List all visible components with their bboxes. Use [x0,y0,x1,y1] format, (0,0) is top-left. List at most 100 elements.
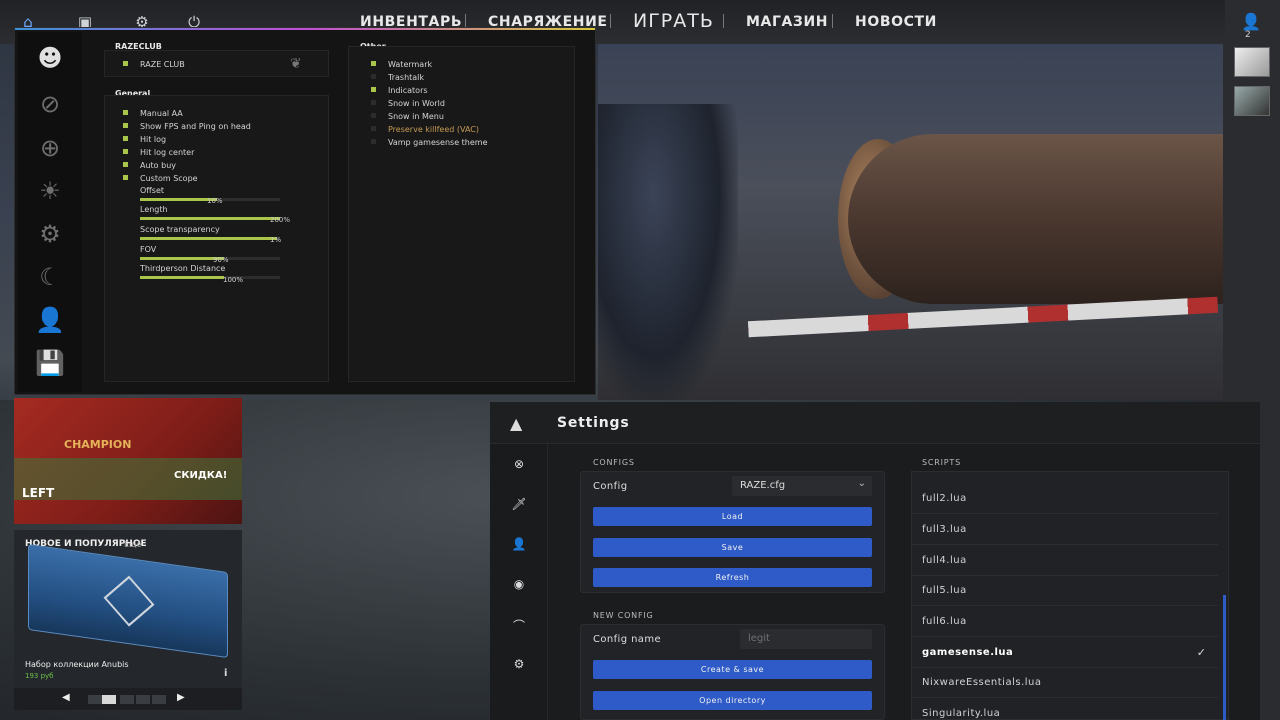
knife-tab-icon[interactable]: 🗡 [510,497,528,515]
visuals-tab-icon[interactable]: ☀ [34,175,66,207]
script-name: NixwareEssentials.lua [922,677,1042,688]
script-name: full2.lua [922,493,967,504]
nav-separator [723,14,724,28]
main-menu-scene [598,44,1223,400]
pager-dot-active[interactable] [102,695,116,704]
script-row[interactable]: full4.lua [912,546,1218,576]
wings-icon: ❦ [290,56,302,72]
checkbox-manual-aa[interactable]: Manual AA [123,109,183,118]
friend-avatar[interactable] [1234,86,1270,116]
slider-length[interactable] [140,217,280,220]
checkbox-trashtalk[interactable]: Trashtalk [371,73,424,82]
checkbox-raze-club[interactable]: RAZE CLUB [123,60,185,69]
checkbox-show-fps[interactable]: Show FPS and Ping on head [123,122,251,131]
script-row[interactable]: full2.lua [912,484,1218,514]
pager-dot[interactable] [120,695,134,704]
friends-icon[interactable]: 👤 [1240,12,1262,34]
checkbox-snow-in-world[interactable]: Snow in World [371,99,445,108]
save-button[interactable]: Save [593,538,872,557]
config-select[interactable]: RAZE.cfg ⌄ [732,476,872,496]
script-name: full3.lua [922,524,967,535]
prev-arrow-icon[interactable]: ◀ [62,692,70,703]
pager-dot[interactable] [136,695,150,704]
check-icon: ✓ [1196,646,1206,659]
antiaim-tab-icon[interactable]: ⊘ [34,88,66,120]
refresh-button[interactable]: Refresh [593,568,872,587]
script-name: gamesense.lua [922,647,1014,658]
store-more-link[interactable]: Ещё [124,540,142,549]
checkbox-vamp-theme[interactable]: Vamp gamesense theme [371,138,488,147]
script-row[interactable]: full3.lua [912,515,1218,545]
players-tab-icon[interactable]: 👤 [34,304,66,336]
checkbox-snow-in-menu[interactable]: Snow in Menu [371,112,444,121]
settings-header: ▲ Settings [490,402,1260,444]
checkbox-preserve-killfeed[interactable]: Preserve killfeed (VAC) [371,125,479,134]
nav-play[interactable]: ИГРАТЬ [633,10,714,32]
slider-fill [140,257,224,260]
group-general: Manual AA Show FPS and Ping on head Hit … [104,95,329,382]
script-name: Singularity.lua [922,708,1001,719]
config-name-input[interactable]: legit [740,629,872,649]
new-config-section-label: NEW CONFIG [593,611,654,620]
promo-banner[interactable]: CHAMPION СКИДКА! LEFT [14,398,242,524]
checkbox-indicators[interactable]: Indicators [371,86,428,95]
script-name: full5.lua [922,585,967,596]
next-arrow-icon[interactable]: ▶ [177,692,185,703]
open-directory-button[interactable]: Open directory [593,691,872,710]
script-row[interactable]: NixwareEssentials.lua [912,668,1218,698]
nav-separator [465,14,466,28]
slider-value-length: 200% [270,216,291,224]
slider-value-fov: 90% [213,256,229,264]
player-tab-icon[interactable]: 👤 [510,537,528,555]
info-icon[interactable]: i [224,668,227,679]
configs-section-label: CONFIGS [593,458,635,467]
config-name-placeholder: legit [748,633,770,644]
skins-tab-icon[interactable]: ☾ [34,261,66,293]
ragebot-tab-icon[interactable]: ☻ [34,42,66,74]
checkbox-auto-buy[interactable]: Auto buy [123,161,176,170]
store-card[interactable]: НОВОЕ И ПОПУЛЯРНОЕ Ещё Набор коллекции A… [14,530,242,688]
checkbox-custom-scope[interactable]: Custom Scope [123,174,198,183]
create-save-button[interactable]: Create & save [593,660,872,679]
checkbox-watermark[interactable]: Watermark [371,60,432,69]
slider-value-offset: 10% [207,197,223,205]
nav-store[interactable]: МАГАЗИН [746,14,828,30]
slider-thirdperson-distance[interactable] [140,276,280,279]
script-row[interactable]: Singularity.lua [912,699,1218,719]
nav-news[interactable]: НОВОСТИ [855,14,937,30]
crosshair-tab-icon[interactable]: ⊕ [34,132,66,164]
curve-tab-icon[interactable]: ⌒ [510,617,528,635]
config-select-value: RAZE.cfg [740,480,786,491]
aim-tab-icon[interactable]: ⊗ [510,457,528,475]
config-name-label: Config name [593,634,662,645]
slider-fill [140,217,280,220]
script-row[interactable]: full6.lua [912,607,1218,637]
slider-label-length: Length [140,205,168,214]
store-item-price: 193 руб [25,672,54,680]
nav-separator [610,14,611,28]
slider-fill [140,237,278,240]
slider-scope-transparency[interactable] [140,237,280,240]
slider-value-thirdperson-distance: 100% [223,276,244,284]
menu-accent-bar [15,28,595,30]
scripts-scrollbar[interactable] [1223,595,1226,720]
eye-tab-icon[interactable]: ◉ [510,577,528,595]
load-button[interactable]: Load [593,507,872,526]
slider-value-scope-transparency: 1% [270,236,282,244]
group-razeclub: RAZE CLUB ❦ [104,50,329,77]
script-row-selected[interactable]: gamesense.lua ✓ [912,638,1218,668]
chevron-down-icon: ⌄ [857,478,866,489]
slider-fov[interactable] [140,257,280,260]
promo-left-text: LEFT [22,486,55,500]
checkbox-hit-log[interactable]: Hit log [123,135,166,144]
nav-separator [832,14,833,28]
friend-avatar[interactable] [1234,47,1270,77]
settings-tab-icon[interactable]: ⚙ [510,657,528,675]
config-tab-icon[interactable]: 💾 [34,347,66,379]
checkbox-hit-log-center[interactable]: Hit log center [123,148,194,157]
pager-dot[interactable] [152,695,166,704]
script-row[interactable]: full5.lua [912,576,1218,606]
pager-dot[interactable] [88,695,102,704]
misc-tab-icon[interactable]: ⚙ [34,218,66,250]
config-field-label: Config [593,481,628,492]
